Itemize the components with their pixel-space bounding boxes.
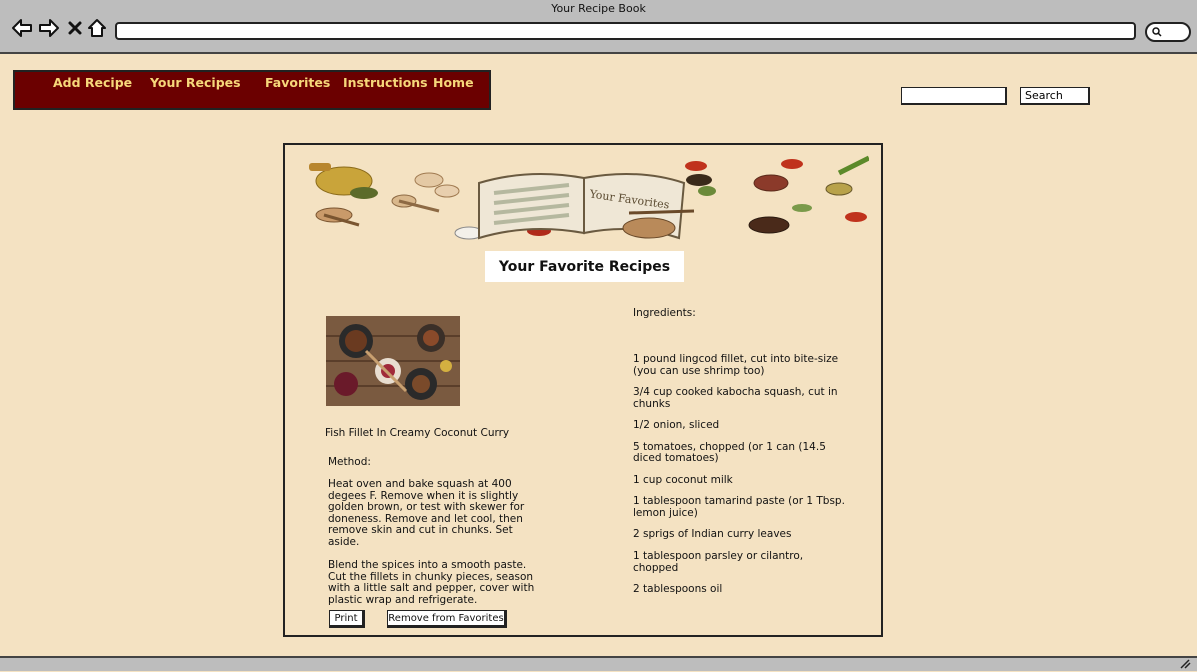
ingredient-item: 1 tablespoon tamarind paste (or 1 Tbsp. …: [633, 495, 845, 519]
back-arrow-icon[interactable]: [10, 16, 34, 40]
nav-home[interactable]: Home: [433, 75, 474, 90]
method-label: Method:: [328, 456, 371, 468]
search-icon: [1152, 24, 1162, 40]
ingredient-item: 5 tomatoes, chopped (or 1 can (14.5 dice…: [633, 440, 826, 465]
nav-instructions[interactable]: Instructions: [343, 75, 428, 90]
browser-toolbar: Your Recipe Book: [0, 0, 1197, 54]
method-text: Heat oven and bake squash at 400 degees …: [328, 478, 538, 618]
page-title: Your Favorite Recipes: [485, 251, 684, 282]
recipe-photo[interactable]: [326, 316, 460, 406]
resize-grip-icon[interactable]: [1179, 659, 1191, 672]
close-icon[interactable]: [63, 16, 87, 40]
nav-your-recipes[interactable]: Your Recipes: [150, 75, 241, 90]
favorites-card: Your Favorites Your Favorite Recipes Fis…: [283, 143, 883, 637]
address-bar[interactable]: [115, 22, 1136, 40]
browser-search-field[interactable]: [1145, 22, 1191, 42]
ingredient-item: 1 pound lingcod fillet, cut into bite-si…: [633, 353, 839, 377]
ingredients-label: Ingredients:: [633, 307, 696, 319]
print-button[interactable]: Print: [329, 610, 365, 628]
recipe-name: Fish Fillet In Creamy Coconut Curry: [325, 427, 510, 439]
ingredient-item: 2 tablespoons oil: [633, 583, 723, 596]
search-input[interactable]: [901, 87, 1007, 105]
nav-favorites[interactable]: Favorites: [265, 75, 330, 90]
ingredient-item: 3/4 cup cooked kabocha squash, cut in ch…: [633, 386, 838, 410]
ingredients-list: 1 pound lingcod fillet, cut into bite-si…: [633, 353, 845, 606]
ingredient-item: 1/2 onion, sliced: [633, 419, 720, 432]
ingredient-item: 2 sprigs of Indian curry leaves: [633, 528, 792, 541]
method-step: Heat oven and bake squash at 400 degees …: [328, 478, 525, 548]
ingredient-item: 1 tablespoon parsley or cilantro, choppe…: [633, 550, 804, 574]
main-nav: Add Recipe Your Recipes Favorites Instru…: [13, 70, 491, 110]
remove-from-favorites-button[interactable]: Remove from Favorites: [387, 610, 507, 628]
status-bar: [0, 656, 1197, 671]
nav-add-recipe[interactable]: Add Recipe: [53, 75, 132, 90]
search-button[interactable]: Search: [1020, 87, 1090, 105]
forward-arrow-icon[interactable]: [37, 16, 61, 40]
method-step: Blend the spices into a smooth paste. Cu…: [328, 559, 535, 606]
ingredient-item: 1 cup coconut milk: [633, 473, 733, 486]
window-title: Your Recipe Book: [551, 2, 646, 15]
banner-image: Your Favorites: [309, 155, 869, 240]
home-icon[interactable]: [85, 16, 109, 40]
